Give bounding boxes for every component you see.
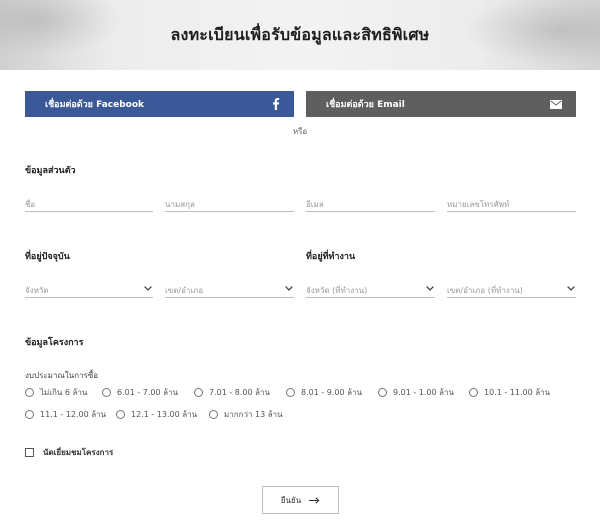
phone-field[interactable]: หมายเลขโทรศัพท์ [447, 196, 576, 212]
budget-option-label: 10.1 - 11.00 ล้าน [484, 388, 551, 397]
email-field[interactable]: อีเมล [306, 196, 435, 212]
envelope-icon [550, 99, 562, 109]
budget-option-radio[interactable]: 9.01 - 1.00 ล้าน [378, 386, 454, 399]
connect-facebook-label: เชื่อมต่อด้วย Facebook [45, 100, 145, 110]
radio-circle [209, 410, 218, 419]
connect-email-label: เชื่อมต่อด้วย Email [326, 100, 405, 110]
chevron-down-icon [425, 283, 435, 293]
province-select[interactable]: จังหวัด [25, 282, 153, 298]
radio-circle [102, 388, 111, 397]
budget-option-label: 12.1 - 13.00 ล้าน [131, 410, 198, 419]
work-district-placeholder: เขต/อำเภอ (ที่ทำงาน) [447, 286, 523, 295]
phone-placeholder: หมายเลขโทรศัพท์ [447, 200, 510, 209]
project-info-title: ข้อมูลโครงการ [25, 338, 84, 348]
visit-project-checkbox[interactable]: นัดเยี่ยมชมโครงการ [25, 446, 113, 459]
connect-facebook-button[interactable]: เชื่อมต่อด้วย Facebook [25, 91, 294, 117]
budget-option-label: 9.01 - 1.00 ล้าน [393, 388, 455, 397]
radio-circle [194, 388, 203, 397]
budget-option-radio[interactable]: 7.01 - 8.00 ล้าน [194, 386, 270, 399]
budget-option-radio[interactable]: 8.01 - 9.00 ล้าน [286, 386, 362, 399]
budget-option-radio[interactable]: มากกว่า 13 ล้าน [209, 408, 283, 421]
email-placeholder: อีเมล [306, 200, 324, 209]
facebook-icon [272, 98, 280, 110]
budget-option-radio[interactable]: ไม่เกิน 6 ล้าน [25, 386, 87, 399]
radio-circle [286, 388, 295, 397]
radio-circle [116, 410, 125, 419]
last-name-field[interactable]: นามสกุล [165, 196, 294, 212]
radio-circle [378, 388, 387, 397]
chevron-down-icon [566, 283, 576, 293]
budget-option-label: 6.01 - 7.00 ล้าน [117, 388, 179, 397]
submit-button[interactable]: ยืนยัน [262, 486, 339, 514]
radio-circle [25, 410, 34, 419]
connect-email-button[interactable]: เชื่อมต่อด้วย Email [306, 91, 576, 117]
work-province-select[interactable]: จังหวัด (ที่ทำงาน) [306, 282, 435, 298]
first-name-field[interactable]: ชื่อ [25, 196, 153, 212]
budget-option-radio[interactable]: 12.1 - 13.00 ล้าน [116, 408, 197, 421]
budget-option-label: 11.1 - 12.00 ล้าน [40, 410, 107, 419]
radio-circle [469, 388, 478, 397]
current-address-title: ที่อยู่ปัจจุบัน [25, 252, 70, 262]
budget-option-radio[interactable]: 10.1 - 11.00 ล้าน [469, 386, 550, 399]
budget-option-radio[interactable]: 6.01 - 7.00 ล้าน [102, 386, 178, 399]
budget-label: งบประมาณในการซื้อ [25, 371, 99, 380]
submit-label: ยืนยัน [280, 495, 302, 505]
budget-option-label: 7.01 - 8.00 ล้าน [209, 388, 271, 397]
work-province-placeholder: จังหวัด (ที่ทำงาน) [306, 286, 368, 295]
first-name-placeholder: ชื่อ [25, 200, 36, 209]
arrow-right-icon [309, 496, 320, 504]
province-placeholder: จังหวัด [25, 286, 49, 295]
budget-option-label: มากกว่า 13 ล้าน [224, 410, 283, 419]
chevron-down-icon [143, 283, 153, 293]
district-select[interactable]: เขต/อำเภอ [165, 282, 294, 298]
page-title: ลงทะเบียนเพื่อรับข้อมูลและสิทธิพิเศษ [170, 24, 430, 44]
radio-circle [25, 388, 34, 397]
page-header: ลงทะเบียนเพื่อรับข้อมูลและสิทธิพิเศษ [0, 0, 600, 70]
last-name-placeholder: นามสกุล [165, 200, 195, 209]
or-divider: หรือ [292, 127, 308, 136]
work-address-title: ที่อยู่ที่ทำงาน [306, 252, 356, 262]
budget-option-label: 8.01 - 9.00 ล้าน [301, 388, 363, 397]
personal-info-title: ข้อมูลส่วนตัว [25, 166, 76, 176]
work-district-select[interactable]: เขต/อำเภอ (ที่ทำงาน) [447, 282, 576, 298]
checkbox-box [25, 448, 34, 457]
district-placeholder: เขต/อำเภอ [165, 286, 204, 295]
chevron-down-icon [284, 283, 294, 293]
budget-option-radio[interactable]: 11.1 - 12.00 ล้าน [25, 408, 106, 421]
visit-project-label: นัดเยี่ยมชมโครงการ [43, 448, 114, 457]
budget-option-label: ไม่เกิน 6 ล้าน [40, 388, 88, 397]
